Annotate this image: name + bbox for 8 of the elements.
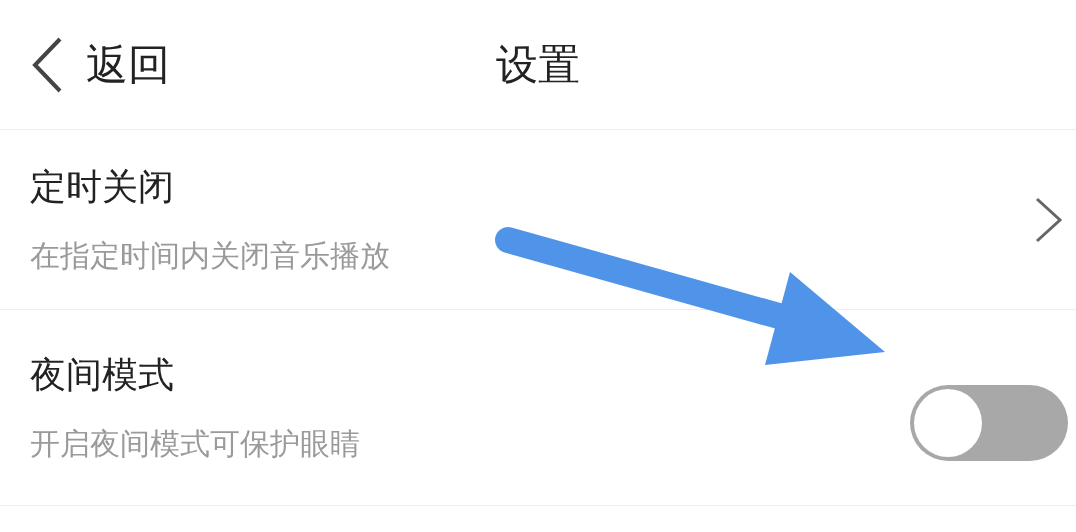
back-button[interactable]: 返回 — [0, 34, 176, 95]
page-title: 设置 — [496, 38, 580, 91]
setting-title: 定时关闭 — [30, 164, 174, 209]
chevron-right-icon — [1034, 195, 1064, 244]
setting-description: 在指定时间内关闭音乐播放 — [30, 236, 390, 275]
setting-description: 开启夜间模式可保护眼睛 — [30, 424, 360, 463]
setting-title: 夜间模式 — [30, 352, 174, 397]
back-icon — [30, 35, 64, 94]
